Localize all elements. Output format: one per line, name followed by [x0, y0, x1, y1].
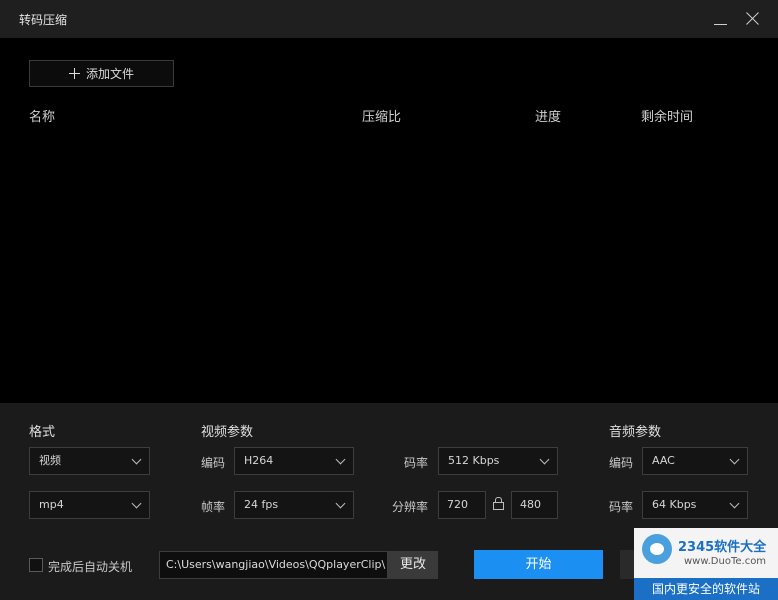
- audio-bitrate-select[interactable]: 64 Kbps: [642, 491, 748, 519]
- audio-codec-value: AAC: [652, 454, 675, 467]
- start-button[interactable]: 开始: [474, 550, 603, 579]
- watermark-url: www.DuoTe.com: [684, 556, 767, 567]
- chevron-down-icon: [539, 454, 550, 465]
- video-codec-value: H264: [244, 454, 274, 467]
- watermark-brand: 2345软件大全: [678, 540, 767, 555]
- column-header-remaining: 剩余时间: [641, 110, 694, 125]
- video-bitrate-select[interactable]: 512 Kbps: [438, 447, 558, 475]
- chevron-down-icon: [131, 498, 142, 509]
- container-value: mp4: [39, 498, 64, 511]
- chevron-down-icon: [335, 498, 346, 509]
- video-bitrate-label: 码率: [404, 456, 429, 470]
- chevron-down-icon: [729, 498, 740, 509]
- column-header-name: 名称: [29, 110, 56, 125]
- title-bar: 转码压缩: [0, 0, 778, 38]
- resolution-height-input[interactable]: 480: [511, 491, 558, 519]
- audio-bitrate-label: 码率: [609, 500, 634, 514]
- audio-bitrate-value: 64 Kbps: [652, 498, 697, 511]
- fps-value: 24 fps: [244, 498, 279, 511]
- chevron-down-icon: [335, 454, 346, 465]
- resolution-width-input[interactable]: 720: [438, 491, 486, 519]
- audio-codec-label: 编码: [609, 456, 634, 470]
- watermark-slogan: 国内更安全的软件站: [634, 578, 778, 600]
- resolution-label: 分辨率: [392, 500, 429, 514]
- fps-label: 帧率: [201, 500, 226, 514]
- format-heading: 格式: [29, 425, 56, 440]
- video-codec-select[interactable]: H264: [234, 447, 354, 475]
- video-params-heading: 视频参数: [201, 425, 254, 440]
- window-title: 转码压缩: [19, 13, 68, 27]
- output-path-field[interactable]: C:\Users\wangjiao\Videos\QQplayerClip\: [159, 551, 388, 579]
- audio-params-heading: 音频参数: [609, 425, 662, 440]
- chevron-down-icon: [729, 454, 740, 465]
- add-file-label: 添加文件: [85, 67, 134, 81]
- minimize-icon[interactable]: [710, 8, 732, 30]
- change-path-button[interactable]: 更改: [388, 551, 438, 579]
- add-file-button[interactable]: 添加文件: [29, 60, 174, 87]
- video-bitrate-value: 512 Kbps: [448, 454, 500, 467]
- format-type-value: 视频: [39, 454, 61, 467]
- audio-codec-select[interactable]: AAC: [642, 447, 748, 475]
- chevron-down-icon: [131, 454, 142, 465]
- mascot-icon: [642, 534, 672, 564]
- column-header-progress: 进度: [535, 110, 562, 125]
- auto-shutdown-checkbox[interactable]: [29, 558, 43, 572]
- plus-icon: [68, 68, 80, 79]
- close-icon[interactable]: [742, 8, 764, 30]
- container-select[interactable]: mp4: [29, 491, 150, 519]
- auto-shutdown-label: 完成后自动关机: [48, 560, 133, 574]
- watermark-logo: 2345软件大全 www.DuoTe.com 国内更安全的软件站: [634, 528, 778, 600]
- fps-select[interactable]: 24 fps: [234, 491, 354, 519]
- format-type-select[interactable]: 视频: [29, 447, 150, 475]
- column-header-ratio: 压缩比: [362, 110, 402, 125]
- lock-icon[interactable]: [493, 497, 504, 510]
- video-codec-label: 编码: [201, 456, 226, 470]
